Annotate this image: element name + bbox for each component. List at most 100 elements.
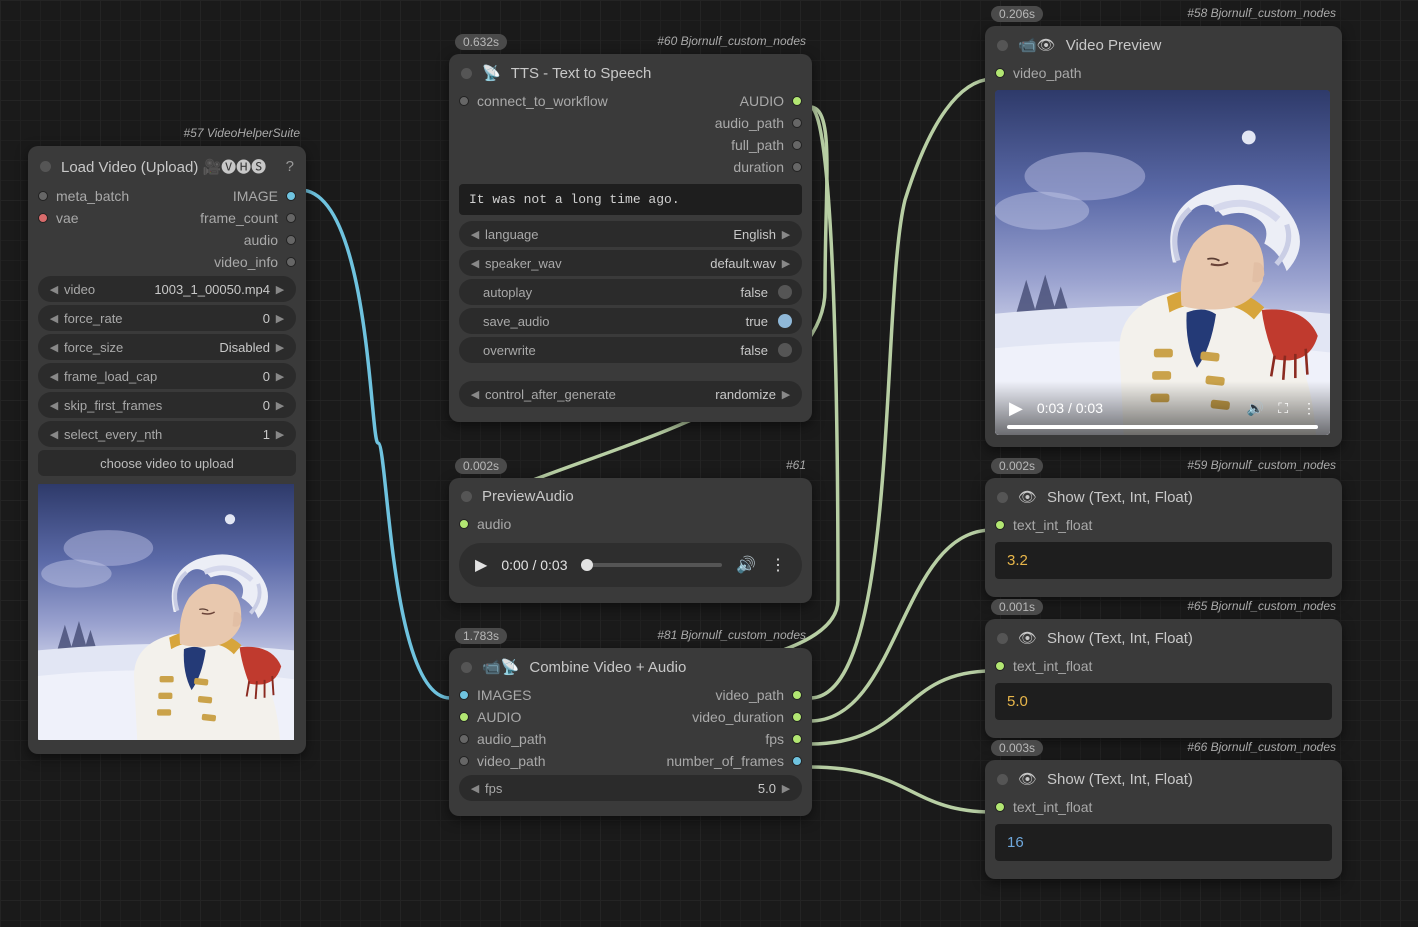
play-icon[interactable]: ▶ <box>475 555 487 575</box>
output-fps[interactable]: fps <box>631 728 813 750</box>
chevron-right-icon[interactable]: ▶ <box>780 228 792 241</box>
collapse-dot-icon[interactable] <box>997 492 1008 503</box>
node-title-row[interactable]: PreviewAudio <box>449 478 812 513</box>
input-text-int-float[interactable]: text_int_float <box>985 796 1342 818</box>
output-audio-path[interactable]: audio_path <box>631 112 813 134</box>
chevron-right-icon[interactable]: ▶ <box>274 283 286 296</box>
chevron-right-icon[interactable]: ▶ <box>274 428 286 441</box>
widget-force-rate[interactable]: ◀ force_rate 0 ▶ <box>38 305 296 331</box>
chevron-left-icon[interactable]: ◀ <box>469 228 481 241</box>
toggle-icon[interactable] <box>778 343 792 357</box>
collapse-dot-icon[interactable] <box>461 491 472 502</box>
chevron-right-icon[interactable]: ▶ <box>274 370 286 383</box>
node-title-row[interactable]: 👁 Show (Text, Int, Float) <box>985 760 1342 796</box>
chevron-right-icon[interactable]: ▶ <box>274 341 286 354</box>
collapse-dot-icon[interactable] <box>997 774 1008 785</box>
node-id-badge: #61 <box>786 458 806 472</box>
input-audio[interactable]: AUDIO <box>449 706 631 728</box>
chevron-left-icon[interactable]: ◀ <box>469 782 481 795</box>
widget-select-every-nth[interactable]: ◀ select_every_nth 1 ▶ <box>38 421 296 447</box>
chevron-left-icon[interactable]: ◀ <box>48 370 60 383</box>
output-audio[interactable]: AUDIO <box>631 90 813 112</box>
node-tts[interactable]: 0.632s #60 Bjornulf_custom_nodes 📡 TTS -… <box>449 54 812 422</box>
collapse-dot-icon[interactable] <box>40 161 51 172</box>
fullscreen-icon[interactable]: ⛶ <box>1278 400 1288 417</box>
kebab-menu-icon[interactable]: ⋮ <box>1302 400 1316 417</box>
chevron-left-icon[interactable]: ◀ <box>48 399 60 412</box>
chevron-left-icon[interactable]: ◀ <box>48 283 60 296</box>
node-show-2[interactable]: 0.001s #65 Bjornulf_custom_nodes 👁 Show … <box>985 619 1342 738</box>
collapse-dot-icon[interactable] <box>997 633 1008 644</box>
node-combine[interactable]: 1.783s #81 Bjornulf_custom_nodes 📹📡 Comb… <box>449 648 812 816</box>
chevron-left-icon[interactable]: ◀ <box>48 428 60 441</box>
chevron-left-icon[interactable]: ◀ <box>48 312 60 325</box>
exec-time-badge: 0.001s <box>991 599 1043 615</box>
output-frame-count[interactable]: frame_count <box>167 207 306 229</box>
play-icon[interactable]: ▶ <box>1009 398 1023 419</box>
audio-player[interactable]: ▶ 0:00 / 0:03 🔊 ⋮ <box>459 543 802 587</box>
chevron-left-icon[interactable]: ◀ <box>48 341 60 354</box>
output-image[interactable]: IMAGE <box>167 185 306 207</box>
widget-force-size[interactable]: ◀ force_size Disabled ▶ <box>38 334 296 360</box>
tts-text-input[interactable]: It was not a long time ago. <box>459 184 802 215</box>
collapse-dot-icon[interactable] <box>997 40 1008 51</box>
node-title-row[interactable]: Load Video (Upload) 🎥🅥🅗🅢 ? <box>28 146 306 185</box>
collapse-dot-icon[interactable] <box>461 68 472 79</box>
widget-fps[interactable]: ◀ fps 5.0 ▶ <box>459 775 802 801</box>
input-text-int-float[interactable]: text_int_float <box>985 655 1342 677</box>
node-title-row[interactable]: 📹👁 Video Preview <box>985 26 1342 62</box>
node-preview-audio[interactable]: 0.002s #61 PreviewAudio audio ▶ 0:00 / 0… <box>449 478 812 603</box>
output-duration[interactable]: duration <box>631 156 813 178</box>
node-show-1[interactable]: 0.002s #59 Bjornulf_custom_nodes 👁 Show … <box>985 478 1342 597</box>
collapse-dot-icon[interactable] <box>461 662 472 673</box>
input-connect[interactable]: connect_to_workflow <box>449 90 631 112</box>
widget-overwrite[interactable]: overwrite false <box>459 337 802 363</box>
node-title-row[interactable]: 👁 Show (Text, Int, Float) <box>985 478 1342 514</box>
input-meta-batch[interactable]: meta_batch <box>28 185 167 207</box>
output-video-info[interactable]: video_info <box>167 251 306 273</box>
widget-speaker-wav[interactable]: ◀ speaker_wav default.wav ▶ <box>459 250 802 276</box>
video-player[interactable]: ▶ 0:03 / 0:03 🔊 ⛶ ⋮ <box>995 90 1330 435</box>
widget-video[interactable]: ◀ video 1003_1_00050.mp4 ▶ <box>38 276 296 302</box>
widget-skip-first-frames[interactable]: ◀ skip_first_frames 0 ▶ <box>38 392 296 418</box>
node-video-preview[interactable]: 0.206s #58 Bjornulf_custom_nodes 📹👁 Vide… <box>985 26 1342 447</box>
help-icon[interactable]: ? <box>286 158 294 175</box>
widget-frame-load-cap[interactable]: ◀ frame_load_cap 0 ▶ <box>38 363 296 389</box>
input-audio-path[interactable]: audio_path <box>449 728 631 750</box>
chevron-right-icon[interactable]: ▶ <box>274 399 286 412</box>
output-audio[interactable]: audio <box>167 229 306 251</box>
input-images[interactable]: IMAGES <box>449 684 631 706</box>
output-video-duration[interactable]: video_duration <box>631 706 813 728</box>
node-title-row[interactable]: 📹📡 Combine Video + Audio <box>449 648 812 684</box>
upload-video-button[interactable]: choose video to upload <box>38 450 296 476</box>
toggle-icon[interactable] <box>778 314 792 328</box>
chevron-left-icon[interactable]: ◀ <box>469 257 481 270</box>
kebab-menu-icon[interactable]: ⋮ <box>770 555 786 575</box>
node-load-video[interactable]: #57 VideoHelperSuite Load Video (Upload)… <box>28 146 306 754</box>
node-title-row[interactable]: 📡 TTS - Text to Speech <box>449 54 812 90</box>
output-full-path[interactable]: full_path <box>631 134 813 156</box>
input-video-path[interactable]: video_path <box>449 750 631 772</box>
input-audio[interactable]: audio <box>449 513 812 535</box>
volume-icon[interactable]: 🔊 <box>1247 400 1264 417</box>
video-seek-bar[interactable] <box>1007 425 1318 429</box>
node-show-3[interactable]: 0.003s #66 Bjornulf_custom_nodes 👁 Show … <box>985 760 1342 879</box>
widget-save-audio[interactable]: save_audio true <box>459 308 802 334</box>
chevron-right-icon[interactable]: ▶ <box>274 312 286 325</box>
toggle-icon[interactable] <box>778 285 792 299</box>
widget-control-after-generate[interactable]: ◀ control_after_generate randomize ▶ <box>459 381 802 407</box>
chevron-left-icon[interactable]: ◀ <box>469 388 481 401</box>
input-video-path[interactable]: video_path <box>985 62 1342 84</box>
volume-icon[interactable]: 🔊 <box>736 555 756 575</box>
input-vae[interactable]: vae <box>28 207 167 229</box>
chevron-right-icon[interactable]: ▶ <box>780 388 792 401</box>
audio-seek-bar[interactable] <box>581 563 722 567</box>
output-video-path[interactable]: video_path <box>631 684 813 706</box>
widget-language[interactable]: ◀ language English ▶ <box>459 221 802 247</box>
node-title-row[interactable]: 👁 Show (Text, Int, Float) <box>985 619 1342 655</box>
output-num-frames[interactable]: number_of_frames <box>631 750 813 772</box>
chevron-right-icon[interactable]: ▶ <box>780 782 792 795</box>
widget-autoplay[interactable]: autoplay false <box>459 279 802 305</box>
input-text-int-float[interactable]: text_int_float <box>985 514 1342 536</box>
chevron-right-icon[interactable]: ▶ <box>780 257 792 270</box>
